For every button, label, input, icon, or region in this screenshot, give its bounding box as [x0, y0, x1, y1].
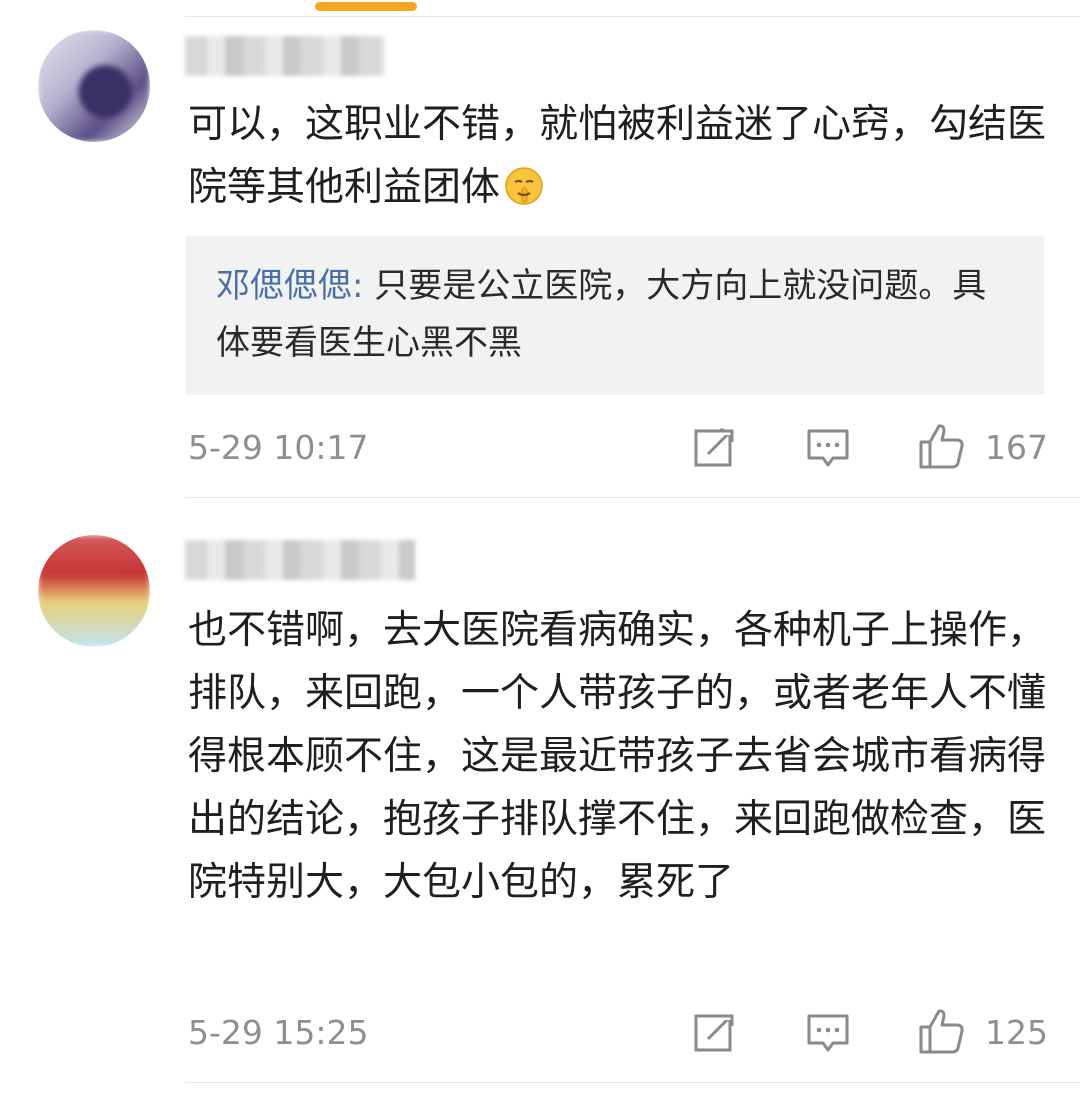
- username-blurred[interactable]: [185, 540, 415, 580]
- timestamp: 5-29 10:17: [188, 428, 369, 467]
- like-count: 167: [985, 428, 1048, 467]
- comment-divider: [185, 497, 1080, 498]
- username-blurred[interactable]: [185, 36, 385, 76]
- reply-separator: :: [352, 266, 364, 306]
- top-divider: [185, 16, 1080, 17]
- share-icon[interactable]: [694, 1012, 736, 1052]
- reply-author[interactable]: 邓偲偲偲: [216, 266, 352, 306]
- comment-divider: [185, 1082, 1080, 1083]
- comment-text: 也不错啊，去大医院看病确实，各种机子上操作，排队，来回跑，一个人带孩子的，或者老…: [188, 608, 1047, 905]
- comment-icon[interactable]: [806, 1013, 850, 1053]
- comment-text: 可以，这职业不错，就怕被利益迷了心窍，勾结医院等其他利益团体: [188, 102, 1047, 210]
- avatar[interactable]: [38, 535, 150, 647]
- shushing-face-icon: [505, 167, 543, 205]
- thumbs-up-icon[interactable]: [917, 422, 965, 470]
- thumbs-up-icon[interactable]: [917, 1007, 965, 1055]
- top-indicator-bar: [315, 2, 417, 11]
- like-count: 125: [985, 1013, 1048, 1052]
- timestamp: 5-29 15:25: [188, 1013, 369, 1052]
- reply-text: 邓偲偲偲: 只要是公立医院，大方向上就没问题。具体要看医生心黑不黑: [216, 258, 1016, 372]
- share-icon[interactable]: [694, 427, 736, 467]
- comment-icon[interactable]: [806, 428, 850, 468]
- avatar[interactable]: [38, 30, 150, 142]
- reply-box[interactable]: 邓偲偲偲: 只要是公立医院，大方向上就没问题。具体要看医生心黑不黑: [186, 236, 1044, 395]
